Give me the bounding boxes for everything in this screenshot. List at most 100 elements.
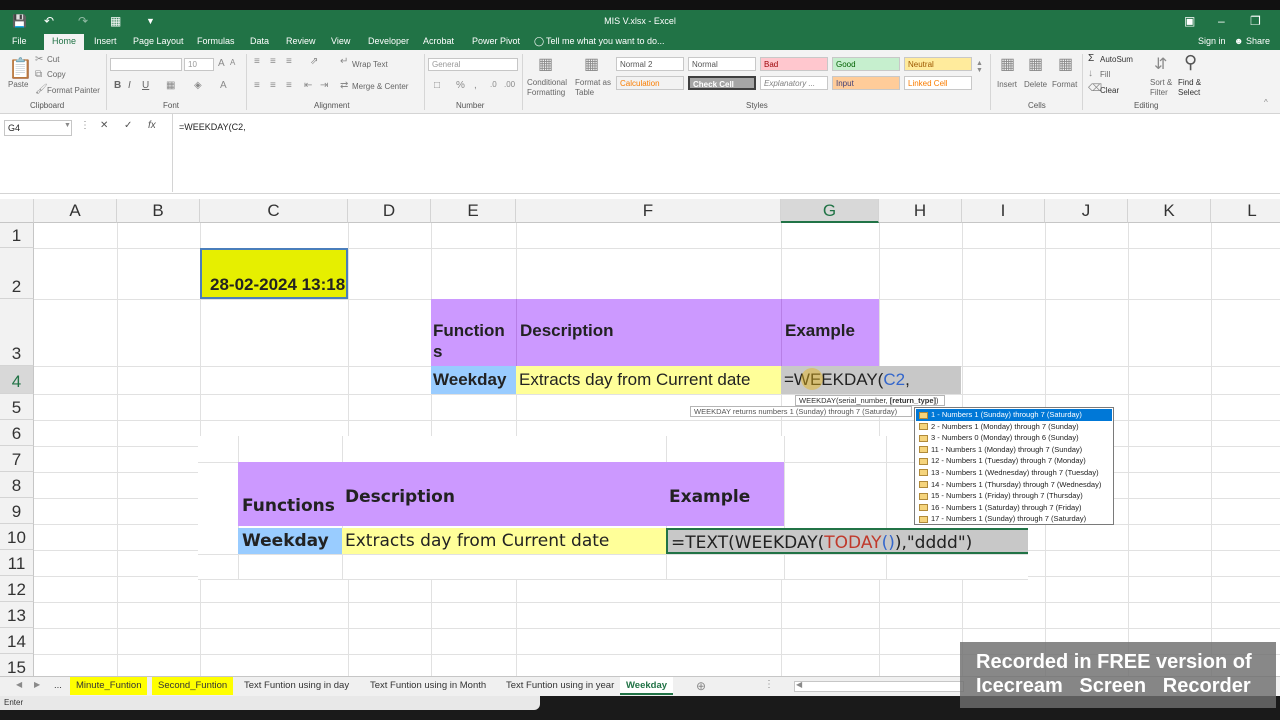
fill-color-icon[interactable]: ◈ — [194, 80, 202, 91]
styles-more-icon[interactable]: ▲ ▼ — [976, 60, 983, 74]
scroll-left-icon[interactable]: ◀ — [796, 680, 802, 689]
style-explanatory[interactable]: Explanatory ... — [760, 76, 828, 90]
format-painter-button[interactable]: Format Painter — [47, 86, 100, 95]
style-linked-cell[interactable]: Linked Cell — [904, 76, 972, 90]
tab-power-pivot[interactable]: Power Pivot — [472, 36, 520, 46]
dropdown-option[interactable]: 14 - Numbers 1 (Thursday) through 7 (Wed… — [916, 479, 1112, 491]
format-as-table-button[interactable]: Format as Table — [575, 78, 615, 98]
tab-file[interactable]: File — [12, 36, 27, 46]
style-calculation[interactable]: Calculation — [616, 76, 684, 90]
align-top-icon[interactable]: ≡ — [254, 56, 260, 67]
delete-cells-button[interactable]: Delete — [1024, 80, 1047, 89]
borders-icon[interactable]: ▦ — [166, 80, 175, 91]
align-bottom-icon[interactable]: ≡ — [286, 56, 292, 67]
cancel-icon[interactable]: ✕ — [100, 120, 108, 131]
collapse-ribbon-icon[interactable]: ^ — [1264, 98, 1268, 107]
scroll-tabs-left-icon[interactable]: ◀ — [16, 680, 22, 689]
style-good[interactable]: Good — [832, 57, 900, 71]
add-sheet-icon[interactable]: ⊕ — [696, 679, 706, 693]
grow-font-icon[interactable]: A — [218, 58, 225, 69]
style-normal-2[interactable]: Normal 2 — [616, 57, 684, 71]
cell-c2-date[interactable]: 28-02-2024 13:18 — [200, 248, 348, 299]
merge-center-button[interactable]: Merge & Center — [352, 82, 408, 91]
scroll-tabs-right-icon[interactable]: ▶ — [34, 680, 40, 689]
italic-button[interactable]: I — [128, 80, 131, 91]
select-all-corner[interactable] — [0, 199, 34, 223]
align-center-icon[interactable]: ≡ — [270, 80, 276, 91]
minimize-icon[interactable]: – — [1218, 14, 1225, 28]
paste-icon[interactable]: 📋 — [8, 56, 33, 81]
font-color-icon[interactable]: A — [220, 80, 227, 91]
align-left-icon[interactable]: ≡ — [254, 80, 260, 91]
sort-filter-button[interactable]: Sort & Filter — [1150, 78, 1180, 98]
insert-cells-button[interactable]: Insert — [997, 80, 1017, 89]
ribbon-display-icon[interactable]: ▣ — [1184, 14, 1195, 28]
align-right-icon[interactable]: ≡ — [286, 80, 292, 91]
sheet-tab-minute[interactable]: Minute_Funtion — [70, 677, 148, 695]
row-header-7[interactable]: 7 — [0, 446, 34, 472]
tell-me-search[interactable]: Tell me what you want to do... — [546, 36, 665, 46]
style-check-cell[interactable]: Check Cell — [688, 76, 756, 90]
col-header-d[interactable]: D — [348, 199, 431, 223]
dropdown-option[interactable]: 13 - Numbers 1 (Wednesday) through 7 (Tu… — [916, 467, 1112, 479]
font-size-select[interactable]: 10 — [184, 58, 214, 71]
col-header-h[interactable]: H — [879, 199, 962, 223]
tab-home[interactable]: Home — [44, 34, 85, 50]
row-header-3[interactable]: 3 — [0, 299, 34, 366]
decrease-decimal-icon[interactable]: .00 — [504, 80, 515, 89]
cell-f4[interactable]: Extracts day from Current date — [516, 366, 781, 394]
col-header-g[interactable]: G — [781, 199, 879, 223]
row-header-8[interactable]: 8 — [0, 472, 34, 498]
dropdown-option[interactable]: 15 - Numbers 1 (Friday) through 7 (Thurs… — [916, 490, 1112, 502]
row-header-13[interactable]: 13 — [0, 602, 34, 628]
col-header-i[interactable]: I — [962, 199, 1045, 223]
row-header-12[interactable]: 12 — [0, 576, 34, 602]
cell-e4[interactable]: Weekday — [431, 366, 516, 394]
col-header-c[interactable]: C — [200, 199, 348, 223]
row-header-15[interactable]: 15 — [0, 654, 34, 676]
style-input[interactable]: Input — [832, 76, 900, 90]
row-header-5[interactable]: 5 — [0, 394, 34, 420]
currency-icon[interactable]: □ — [434, 80, 440, 91]
cell-f3-header[interactable]: Description — [516, 299, 781, 366]
dropdown-option[interactable]: 12 - Numbers 1 (Tuesday) through 7 (Mond… — [916, 455, 1112, 467]
dropdown-option[interactable]: 17 - Numbers 1 (Sunday) through 7 (Satur… — [916, 513, 1112, 525]
dropdown-option[interactable]: 11 - Numbers 1 (Monday) through 7 (Sunda… — [916, 444, 1112, 456]
tab-insert[interactable]: Insert — [94, 36, 117, 46]
cut-button[interactable]: Cut — [47, 55, 59, 64]
row-header-11[interactable]: 11 — [0, 550, 34, 576]
fill-button[interactable]: Fill — [1100, 70, 1110, 79]
dropdown-option[interactable]: 1 - Numbers 1 (Sunday) through 7 (Saturd… — [916, 409, 1112, 421]
sheet-tab-second[interactable]: Second_Funtion — [152, 677, 234, 695]
row-header-4[interactable]: 4 — [0, 366, 34, 394]
more-sheets-button[interactable]: ... — [48, 677, 68, 695]
underline-button[interactable]: U — [142, 80, 149, 91]
row-header-9[interactable]: 9 — [0, 498, 34, 524]
name-box[interactable]: G4 — [4, 120, 72, 136]
shrink-font-icon[interactable]: A — [230, 58, 235, 67]
col-header-a[interactable]: A — [34, 199, 117, 223]
col-header-b[interactable]: B — [117, 199, 200, 223]
format-cells-button[interactable]: Format — [1052, 80, 1077, 89]
col-header-e[interactable]: E — [431, 199, 516, 223]
return-type-dropdown[interactable]: 1 - Numbers 1 (Sunday) through 7 (Saturd… — [914, 407, 1114, 525]
font-name-select[interactable] — [110, 58, 182, 71]
col-header-l[interactable]: L — [1211, 199, 1280, 223]
name-box-dropdown-icon[interactable]: ▼ — [64, 122, 71, 129]
decrease-indent-icon[interactable]: ⇤ — [304, 80, 312, 91]
style-neutral[interactable]: Neutral — [904, 57, 972, 71]
cell-e3-header[interactable]: Function s — [431, 299, 516, 366]
row-header-10[interactable]: 10 — [0, 524, 34, 550]
sheet-tab-weekday[interactable]: Weekday — [620, 677, 674, 695]
insert-function-icon[interactable]: fx — [148, 120, 156, 131]
copy-button[interactable]: Copy — [47, 70, 66, 79]
percent-icon[interactable]: % — [456, 80, 465, 91]
cell-g3-header[interactable]: Example — [781, 299, 879, 366]
row-header-2[interactable]: 2 — [0, 248, 34, 299]
sheet-tab-text-day[interactable]: Text Funtion using in day — [238, 677, 355, 695]
orientation-icon[interactable]: ⇗ — [310, 56, 318, 67]
wrap-text-button[interactable]: Wrap Text — [352, 60, 388, 69]
split-handle-icon[interactable]: ⋮ — [764, 679, 774, 690]
sheet-tab-text-year[interactable]: Text Funtion using in year — [500, 677, 620, 695]
col-header-j[interactable]: J — [1045, 199, 1128, 223]
